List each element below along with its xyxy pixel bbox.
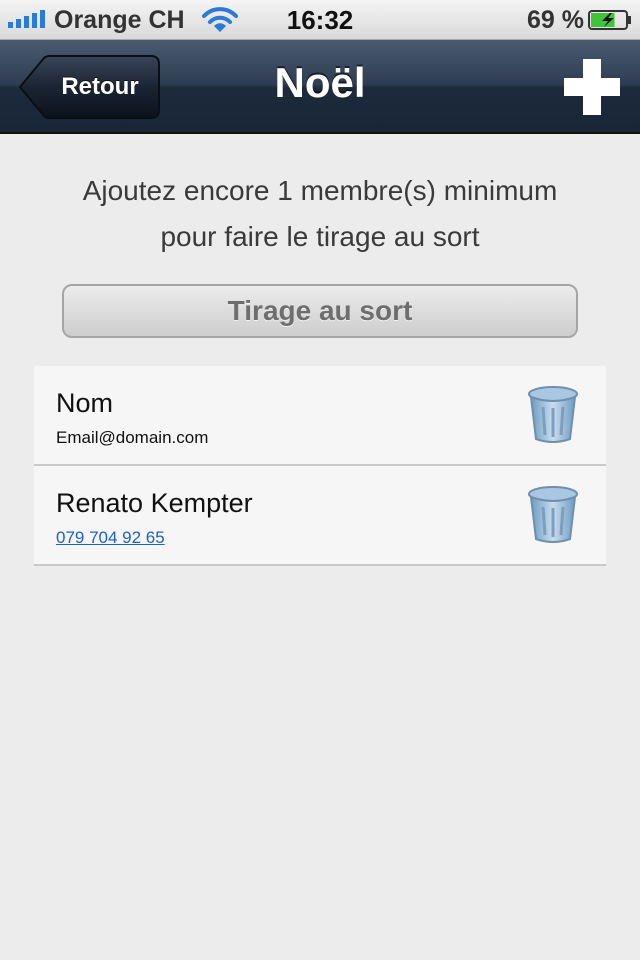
hint-line-1: Ajoutez encore 1 membre(s) minimum (82, 175, 558, 206)
member-list: Nom Email@domain.com Renato Kempter 079 … (34, 366, 606, 566)
page-title: Noël (274, 59, 366, 106)
battery-charging-icon (588, 10, 631, 30)
status-bar: Orange CH 16:32 69 % (0, 0, 640, 40)
back-button-label: Retour (61, 73, 139, 100)
member-name: Renato Kempter (56, 488, 253, 518)
list-item[interactable]: Renato Kempter 079 704 92 65 (34, 466, 606, 566)
list-item[interactable]: Nom Email@domain.com (34, 366, 606, 466)
trash-icon[interactable] (526, 485, 580, 545)
draw-lots-button[interactable]: Tirage au sort (62, 284, 578, 338)
plus-icon[interactable] (562, 57, 622, 117)
back-button[interactable]: Retour (18, 55, 160, 119)
hint-line-2: pour faire le tirage au sort (160, 221, 480, 252)
member-email: Email@domain.com (56, 428, 209, 447)
battery-percentage: 69 % (527, 6, 584, 34)
member-phone-link[interactable]: 079 704 92 65 (56, 528, 165, 548)
trash-icon[interactable] (526, 385, 580, 445)
navigation-bar: Retour Noël (0, 40, 640, 134)
hint-text: Ajoutez encore 1 membre(s) minimum pour … (40, 168, 600, 260)
member-name: Nom (56, 388, 114, 418)
